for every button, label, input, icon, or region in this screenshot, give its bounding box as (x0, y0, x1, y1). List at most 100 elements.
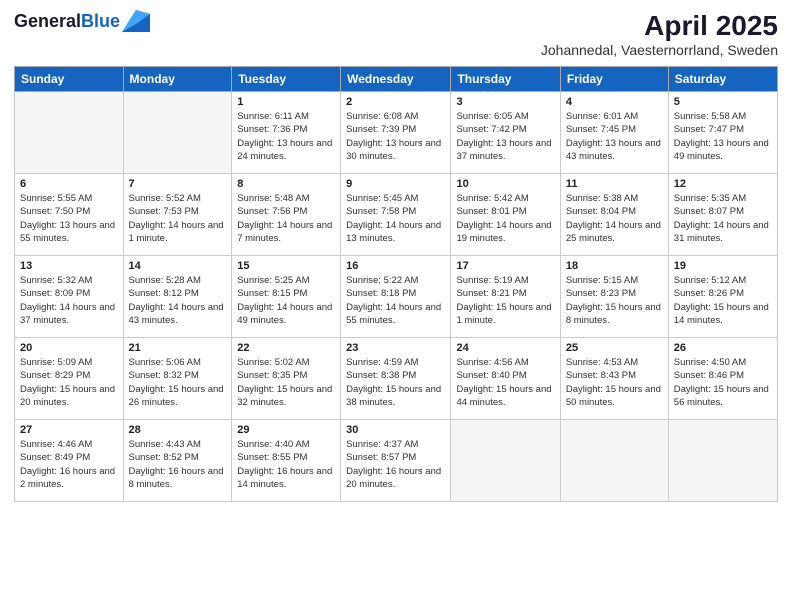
calendar-cell: 11Sunrise: 5:38 AMSunset: 8:04 PMDayligh… (560, 174, 668, 256)
col-wednesday: Wednesday (341, 67, 451, 92)
col-tuesday: Tuesday (232, 67, 341, 92)
col-friday: Friday (560, 67, 668, 92)
calendar-cell: 2 Sunrise: 6:08 AMSunset: 7:39 PMDaylight… (341, 92, 451, 174)
day-info: Sunrise: 5:28 AMSunset: 8:12 PMDaylight:… (129, 274, 227, 327)
day-info: Sunrise: 4:46 AMSunset: 8:49 PMDaylight:… (20, 438, 118, 491)
calendar-cell (123, 92, 232, 174)
day-info: Sunrise: 5:15 AMSunset: 8:23 PMDaylight:… (566, 274, 663, 327)
day-number: 29 (237, 424, 335, 436)
day-info: Sunrise: 5:12 AMSunset: 8:26 PMDaylight:… (674, 274, 772, 327)
day-number: 12 (674, 178, 772, 190)
day-number: 18 (566, 260, 663, 272)
day-info: Sunrise: 5:06 AMSunset: 8:32 PMDaylight:… (129, 356, 227, 409)
day-info: Sunrise: 4:59 AMSunset: 8:38 PMDaylight:… (346, 356, 445, 409)
calendar-cell: 16Sunrise: 5:22 AMSunset: 8:18 PMDayligh… (341, 256, 451, 338)
day-number: 4 (566, 96, 663, 108)
calendar-cell: 25Sunrise: 4:53 AMSunset: 8:43 PMDayligh… (560, 338, 668, 420)
calendar-cell (560, 420, 668, 502)
day-info: Sunrise: 4:50 AMSunset: 8:46 PMDaylight:… (674, 356, 772, 409)
day-number: 1 (237, 96, 335, 108)
day-info: Sunrise: 5:38 AMSunset: 8:04 PMDaylight:… (566, 192, 663, 245)
day-info: Sunrise: 4:43 AMSunset: 8:52 PMDaylight:… (129, 438, 227, 491)
day-number: 15 (237, 260, 335, 272)
col-thursday: Thursday (451, 67, 560, 92)
day-info: Sunrise: 6:01 AMSunset: 7:45 PMDaylight:… (566, 110, 663, 163)
calendar-cell: 19 Sunrise: 5:12 AMSunset: 8:26 PMDayligh… (668, 256, 777, 338)
calendar-cell: 10Sunrise: 5:42 AMSunset: 8:01 PMDayligh… (451, 174, 560, 256)
calendar-cell: 15 Sunrise: 5:25 AMSunset: 8:15 PMDayligh… (232, 256, 341, 338)
calendar-cell: 1 Sunrise: 6:11 AMSunset: 7:36 PMDaylight… (232, 92, 341, 174)
day-info: Sunrise: 5:02 AMSunset: 8:35 PMDaylight:… (237, 356, 335, 409)
day-info: Sunrise: 5:45 AMSunset: 7:58 PMDaylight:… (346, 192, 445, 245)
day-info: Sunrise: 5:35 AMSunset: 8:07 PMDaylight:… (674, 192, 772, 245)
calendar-cell: 18 Sunrise: 5:15 AMSunset: 8:23 PMDayligh… (560, 256, 668, 338)
calendar-week-4: 20 Sunrise: 5:09 AMSunset: 8:29 PMDayligh… (15, 338, 778, 420)
calendar-cell (15, 92, 124, 174)
day-info: Sunrise: 5:09 AMSunset: 8:29 PMDaylight:… (20, 356, 118, 409)
calendar-cell: 30Sunrise: 4:37 AMSunset: 8:57 PMDayligh… (341, 420, 451, 502)
day-info: Sunrise: 5:55 AMSunset: 7:50 PMDaylight:… (20, 192, 118, 245)
header: GeneralBlue April 2025 Johannedal, Vaest… (14, 10, 778, 58)
day-number: 25 (566, 342, 663, 354)
day-number: 17 (456, 260, 554, 272)
day-info: Sunrise: 4:56 AMSunset: 8:40 PMDaylight:… (456, 356, 554, 409)
day-number: 2 (346, 96, 445, 108)
day-number: 13 (20, 260, 118, 272)
calendar-cell: 13 Sunrise: 5:32 AMSunset: 8:09 PMDayligh… (15, 256, 124, 338)
day-number: 26 (674, 342, 772, 354)
day-number: 19 (674, 260, 772, 272)
day-number: 9 (346, 178, 445, 190)
logo-icon (122, 10, 150, 32)
day-number: 21 (129, 342, 227, 354)
calendar-cell: 5 Sunrise: 5:58 AMSunset: 7:47 PMDaylight… (668, 92, 777, 174)
day-info: Sunrise: 5:19 AMSunset: 8:21 PMDaylight:… (456, 274, 554, 327)
logo-general-text: GeneralBlue (14, 11, 120, 32)
calendar-cell: 4 Sunrise: 6:01 AMSunset: 7:45 PMDaylight… (560, 92, 668, 174)
day-number: 20 (20, 342, 118, 354)
day-number: 24 (456, 342, 554, 354)
calendar-header-row: Sunday Monday Tuesday Wednesday Thursday… (15, 67, 778, 92)
day-number: 16 (346, 260, 445, 272)
calendar-cell: 29 Sunrise: 4:40 AMSunset: 8:55 PMDayligh… (232, 420, 341, 502)
page-title: April 2025 (541, 10, 778, 42)
day-number: 6 (20, 178, 118, 190)
day-number: 23 (346, 342, 445, 354)
day-info: Sunrise: 5:42 AMSunset: 8:01 PMDaylight:… (456, 192, 554, 245)
calendar-week-2: 6 Sunrise: 5:55 AMSunset: 7:50 PMDaylight… (15, 174, 778, 256)
calendar-week-3: 13 Sunrise: 5:32 AMSunset: 8:09 PMDayligh… (15, 256, 778, 338)
day-info: Sunrise: 5:52 AMSunset: 7:53 PMDaylight:… (129, 192, 227, 245)
calendar-cell (451, 420, 560, 502)
logo-text: GeneralBlue (14, 10, 150, 32)
day-number: 27 (20, 424, 118, 436)
calendar-cell: 24 Sunrise: 4:56 AMSunset: 8:40 PMDayligh… (451, 338, 560, 420)
calendar-cell: 6 Sunrise: 5:55 AMSunset: 7:50 PMDaylight… (15, 174, 124, 256)
calendar-cell: 7 Sunrise: 5:52 AMSunset: 7:53 PMDaylight… (123, 174, 232, 256)
calendar-cell: 22 Sunrise: 5:02 AMSunset: 8:35 PMDayligh… (232, 338, 341, 420)
day-info: Sunrise: 5:58 AMSunset: 7:47 PMDaylight:… (674, 110, 772, 163)
day-info: Sunrise: 4:40 AMSunset: 8:55 PMDaylight:… (237, 438, 335, 491)
calendar-cell: 12 Sunrise: 5:35 AMSunset: 8:07 PMDayligh… (668, 174, 777, 256)
calendar-cell: 23 Sunrise: 4:59 AMSunset: 8:38 PMDayligh… (341, 338, 451, 420)
day-info: Sunrise: 5:48 AMSunset: 7:56 PMDaylight:… (237, 192, 335, 245)
day-info: Sunrise: 5:25 AMSunset: 8:15 PMDaylight:… (237, 274, 335, 327)
day-number: 22 (237, 342, 335, 354)
calendar-cell: 17 Sunrise: 5:19 AMSunset: 8:21 PMDayligh… (451, 256, 560, 338)
page-subtitle: Johannedal, Vaesternorrland, Sweden (541, 42, 778, 58)
calendar-cell: 8 Sunrise: 5:48 AMSunset: 7:56 PMDaylight… (232, 174, 341, 256)
calendar-cell (668, 420, 777, 502)
day-number: 8 (237, 178, 335, 190)
calendar-cell: 9 Sunrise: 5:45 AMSunset: 7:58 PMDaylight… (341, 174, 451, 256)
calendar-week-1: 1 Sunrise: 6:11 AMSunset: 7:36 PMDaylight… (15, 92, 778, 174)
day-info: Sunrise: 6:11 AMSunset: 7:36 PMDaylight:… (237, 110, 335, 163)
day-info: Sunrise: 6:08 AMSunset: 7:39 PMDaylight:… (346, 110, 445, 163)
page: GeneralBlue April 2025 Johannedal, Vaest… (0, 0, 792, 612)
calendar: Sunday Monday Tuesday Wednesday Thursday… (14, 66, 778, 502)
day-number: 7 (129, 178, 227, 190)
day-number: 5 (674, 96, 772, 108)
day-info: Sunrise: 6:05 AMSunset: 7:42 PMDaylight:… (456, 110, 554, 163)
calendar-cell: 28 Sunrise: 4:43 AMSunset: 8:52 PMDayligh… (123, 420, 232, 502)
day-info: Sunrise: 4:37 AMSunset: 8:57 PMDaylight:… (346, 438, 445, 491)
calendar-cell: 14Sunrise: 5:28 AMSunset: 8:12 PMDayligh… (123, 256, 232, 338)
day-info: Sunrise: 5:32 AMSunset: 8:09 PMDaylight:… (20, 274, 118, 327)
day-number: 28 (129, 424, 227, 436)
